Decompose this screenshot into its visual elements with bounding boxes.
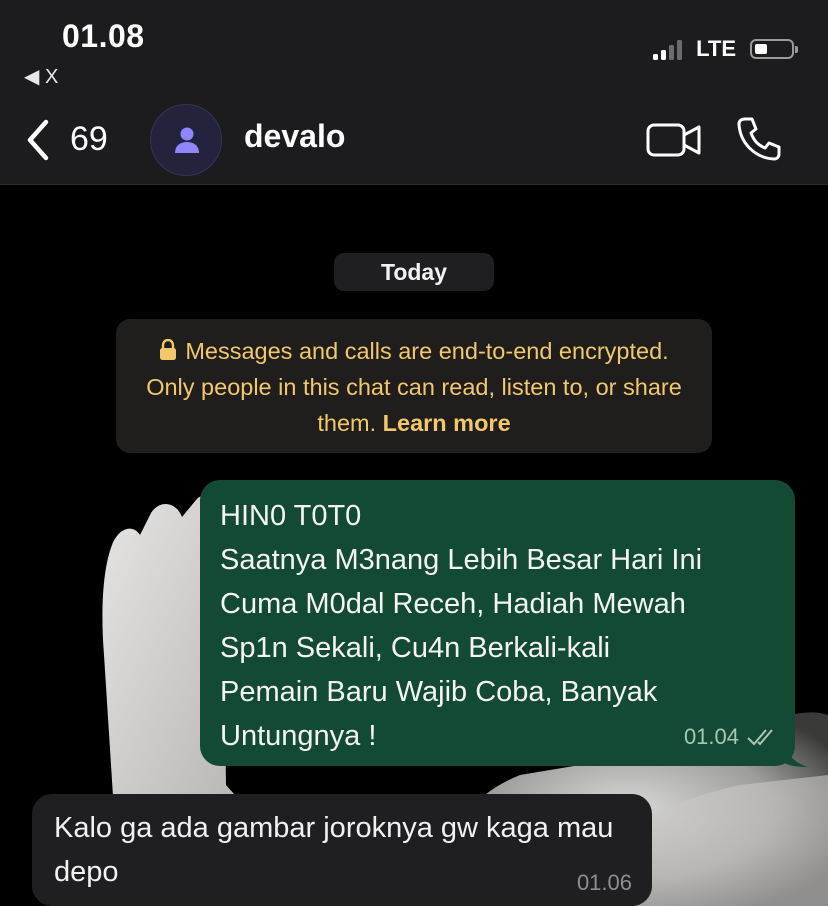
status-time: 01.08 bbox=[62, 18, 145, 54]
back-to-app-link[interactable]: ◀ X bbox=[24, 64, 58, 89]
chat-area[interactable]: Today Messages and calls are end-to-end … bbox=[0, 185, 828, 906]
signal-icon bbox=[653, 38, 683, 60]
message-time: 01.06 bbox=[576, 870, 632, 895]
video-camera-icon bbox=[646, 123, 701, 157]
avatar[interactable] bbox=[150, 104, 222, 176]
message-text: HIN0 T0T0 Saatnya M3nang Lebih Besar Har… bbox=[220, 500, 703, 752]
battery-icon bbox=[750, 39, 798, 59]
voice-call-button[interactable] bbox=[736, 116, 782, 162]
message-text: Kalo ga ada gambar joroknya gw kaga mau … bbox=[54, 812, 614, 888]
message-time: 01.04 bbox=[683, 724, 739, 749]
learn-more-link[interactable]: Learn more bbox=[383, 410, 511, 436]
bubble-tail bbox=[782, 745, 808, 767]
top-bar: 01.08 ◀ X LTE 69 devalo bbox=[0, 0, 828, 185]
phone-icon bbox=[737, 117, 781, 161]
chevron-left-icon bbox=[27, 119, 49, 161]
double-check-icon bbox=[747, 729, 773, 746]
lock-icon bbox=[160, 339, 177, 360]
person-icon bbox=[175, 127, 199, 153]
outgoing-message[interactable]: HIN0 T0T0 Saatnya M3nang Lebih Besar Har… bbox=[200, 480, 795, 766]
date-separator: Today bbox=[334, 253, 494, 291]
unread-count[interactable]: 69 bbox=[70, 120, 108, 159]
status-indicators: LTE bbox=[653, 36, 798, 62]
message-meta: 01.04 bbox=[684, 724, 777, 750]
contact-name[interactable]: devalo bbox=[244, 118, 345, 155]
video-call-button[interactable] bbox=[646, 120, 702, 160]
encryption-notice[interactable]: Messages and calls are end-to-end encryp… bbox=[116, 319, 712, 453]
incoming-message[interactable]: Kalo ga ada gambar joroknya gw kaga mau … bbox=[32, 794, 652, 906]
network-type: LTE bbox=[696, 36, 736, 61]
